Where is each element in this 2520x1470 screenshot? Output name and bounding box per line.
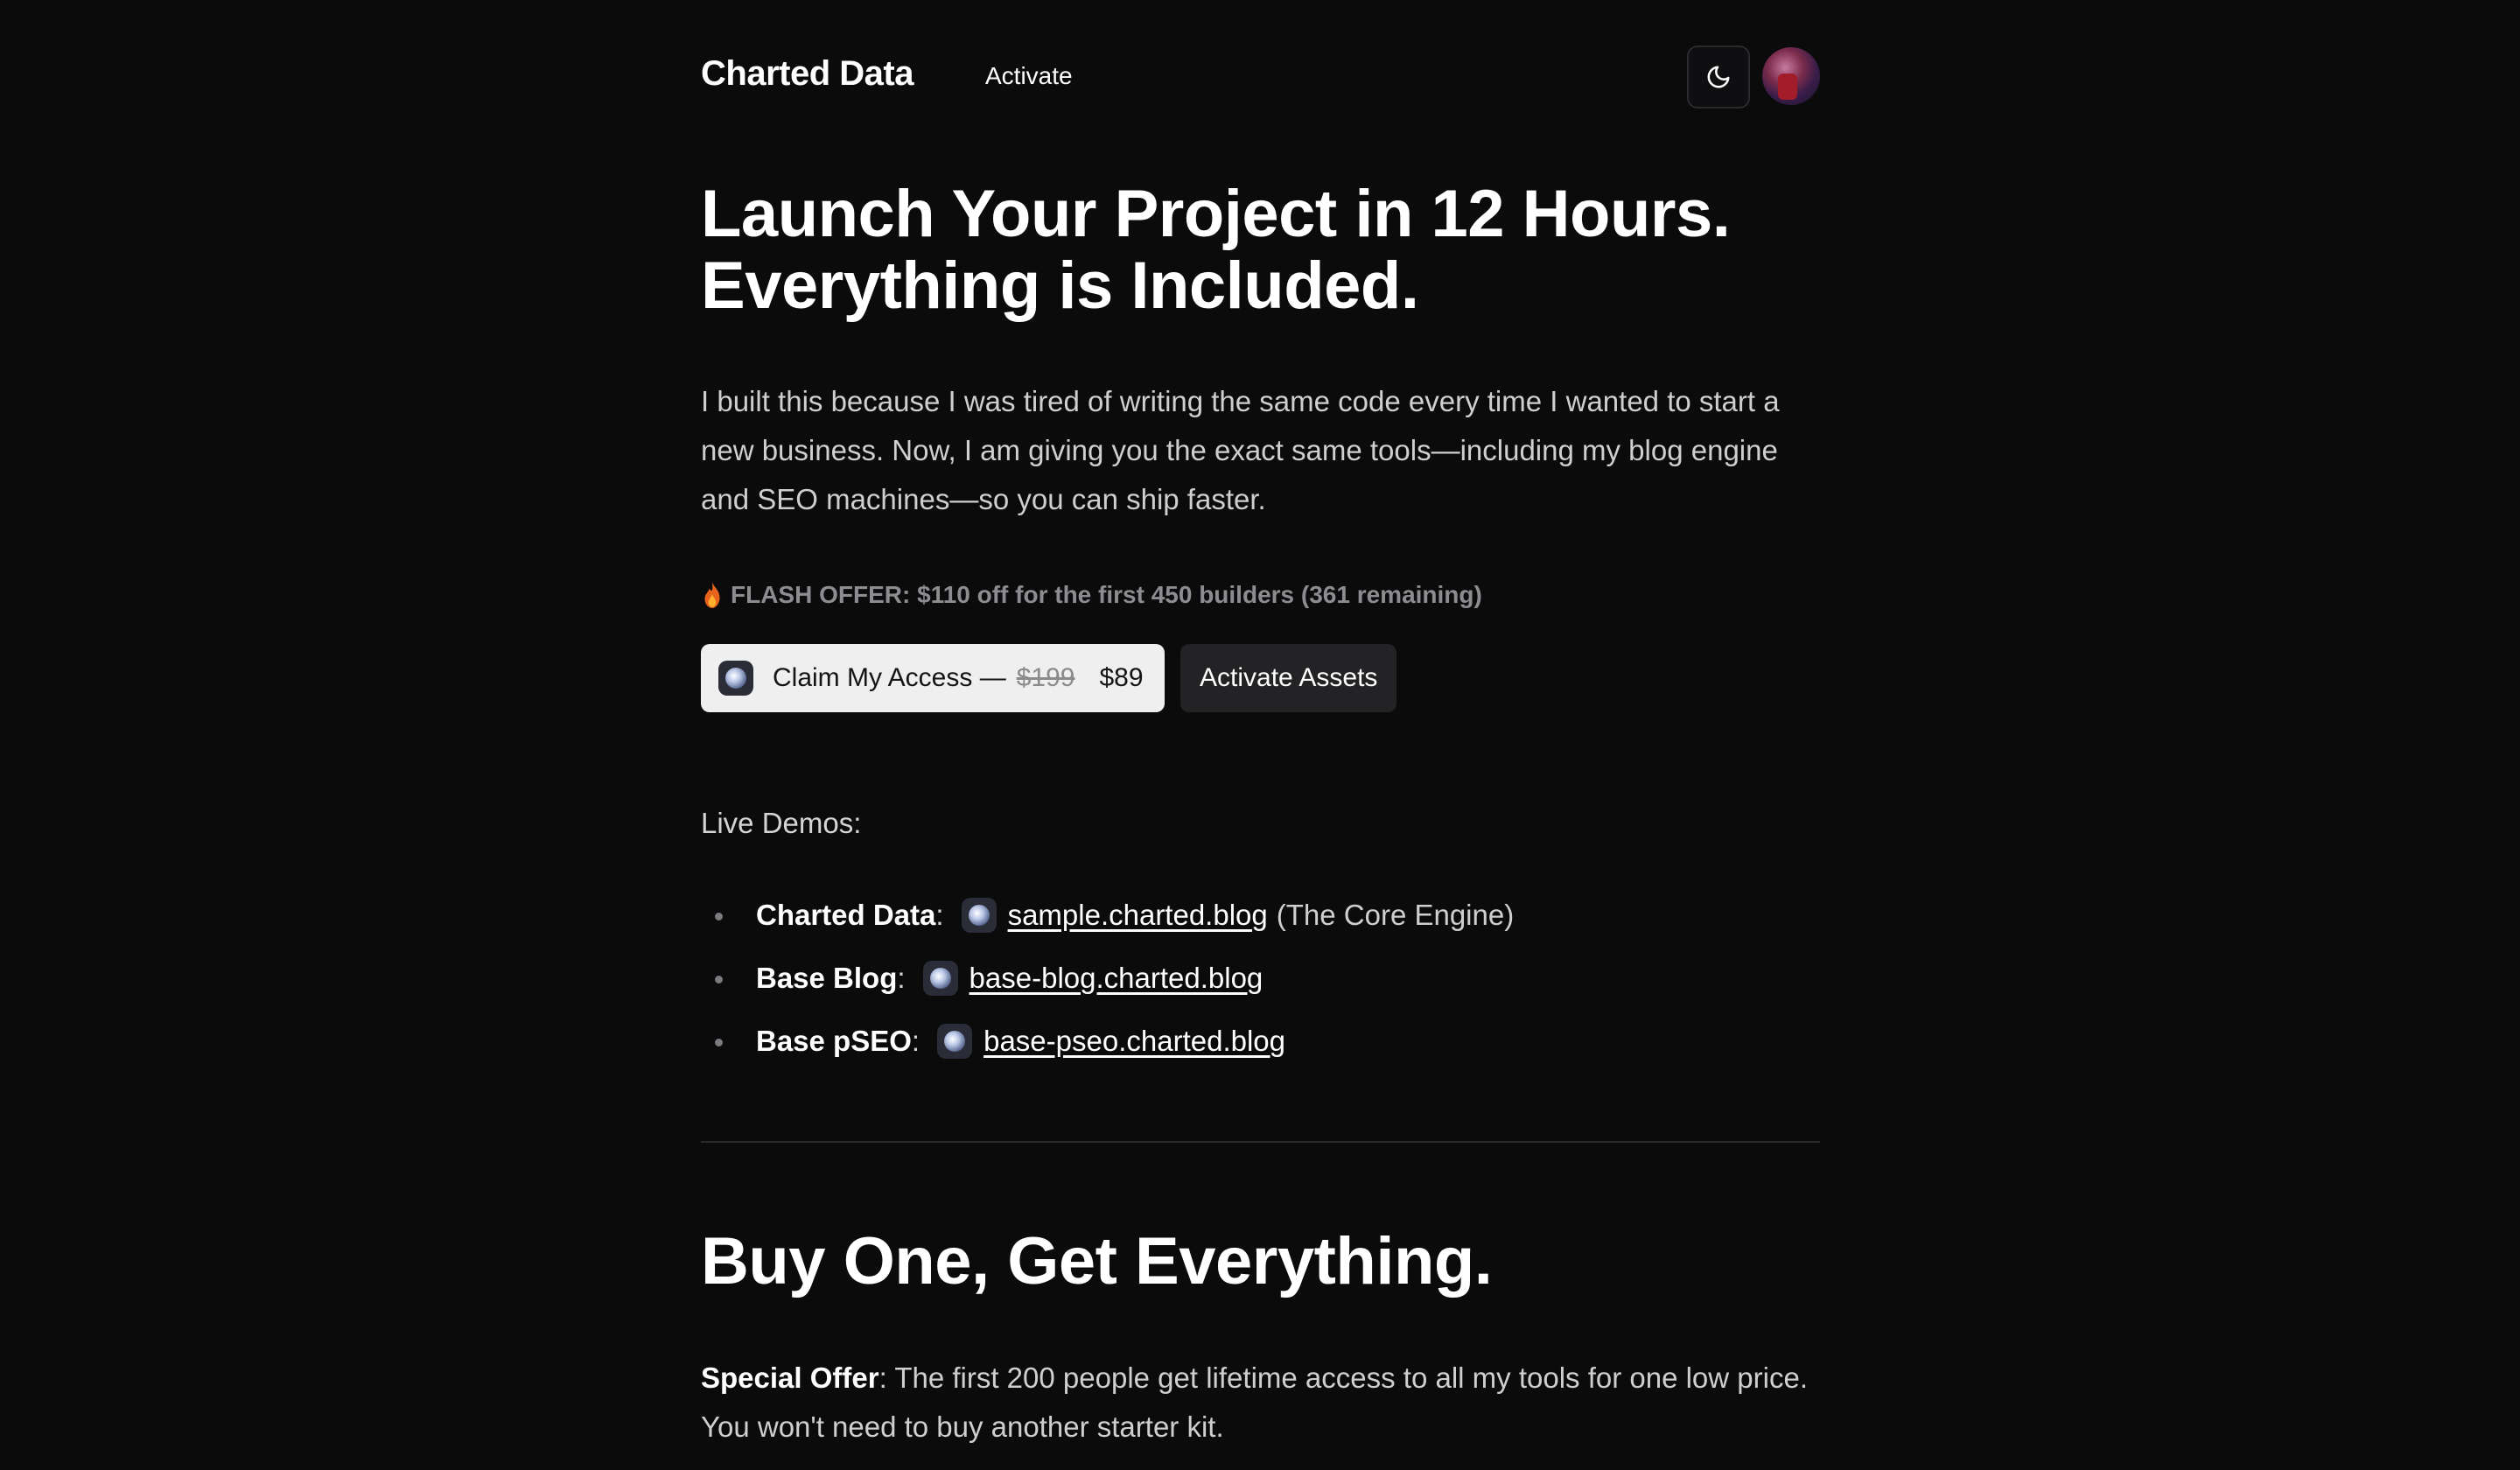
nav-activate-link[interactable]: Activate bbox=[985, 62, 1073, 90]
claim-button-content: Claim My Access — $199 $89 bbox=[773, 663, 1144, 693]
bullet-icon bbox=[715, 1039, 723, 1046]
list-item: Charted Data: sample.charted.blog (The C… bbox=[701, 884, 1514, 947]
special-offer-lead: Special Offer bbox=[701, 1362, 879, 1394]
demo-link[interactable]: base-pseo.charted.blog bbox=[984, 1025, 1285, 1058]
section-title: Buy One, Get Everything. bbox=[701, 1224, 1493, 1298]
flash-offer-text: FLASH OFFER: $110 off for the first 450 … bbox=[731, 581, 1482, 608]
demo-name: Base Blog bbox=[756, 962, 898, 994]
bullet-icon bbox=[715, 913, 723, 920]
new-price: $89 bbox=[1099, 663, 1144, 692]
claim-access-button[interactable]: Claim My Access — $199 $89 bbox=[701, 644, 1165, 712]
demo-name: Base pSEO bbox=[756, 1025, 912, 1057]
activate-assets-button[interactable]: Activate Assets bbox=[1180, 644, 1397, 712]
hero-title-line1: Launch Your Project in 12 Hours. bbox=[701, 177, 1731, 251]
live-demos-label: Live Demos: bbox=[701, 807, 862, 839]
demo-link[interactable]: base-blog.charted.blog bbox=[970, 962, 1264, 995]
demo-note: (The Core Engine) bbox=[1276, 899, 1515, 931]
theme-toggle-button[interactable] bbox=[1687, 46, 1750, 108]
hero-description: I built this because I was tired of writ… bbox=[701, 385, 1780, 515]
moon-icon bbox=[1707, 66, 1730, 88]
special-offer-text: Special Offer: The first 200 people get … bbox=[701, 1362, 1808, 1443]
charted-logo-icon bbox=[937, 1024, 973, 1059]
demo-link[interactable]: sample.charted.blog bbox=[1008, 899, 1268, 932]
claim-button-label: Claim My Access — bbox=[773, 663, 1006, 692]
brand-logo[interactable]: Charted Data bbox=[701, 54, 914, 94]
list-item: Base pSEO: base-pseo.charted.blog bbox=[701, 1010, 1514, 1073]
charted-logo-icon bbox=[718, 661, 753, 696]
charted-logo-icon bbox=[922, 961, 958, 996]
bullet-icon bbox=[715, 976, 723, 984]
list-item: Base Blog: base-blog.charted.blog bbox=[701, 947, 1514, 1010]
hero-title-line2: Everything is Included. bbox=[701, 248, 1419, 323]
site-header: Charted Data Activate bbox=[701, 0, 1820, 154]
demo-name: Charted Data bbox=[756, 899, 936, 931]
page-container: Charted Data Activate Launch Your Projec… bbox=[701, 0, 1820, 1443]
section-divider bbox=[701, 1141, 1820, 1143]
user-avatar[interactable] bbox=[1762, 47, 1820, 105]
charted-logo-icon bbox=[961, 898, 997, 933]
fire-icon bbox=[704, 582, 720, 608]
old-price: $199 bbox=[1016, 663, 1075, 692]
hero-title: Launch Your Project in 12 Hours. Everyth… bbox=[701, 178, 1820, 322]
flash-offer: FLASH OFFER: $110 off for the first 450 … bbox=[701, 581, 1482, 609]
cta-buttons: Claim My Access — $199 $89 Activate Assets bbox=[701, 644, 1397, 712]
demo-list: Charted Data: sample.charted.blog (The C… bbox=[701, 884, 1514, 1073]
